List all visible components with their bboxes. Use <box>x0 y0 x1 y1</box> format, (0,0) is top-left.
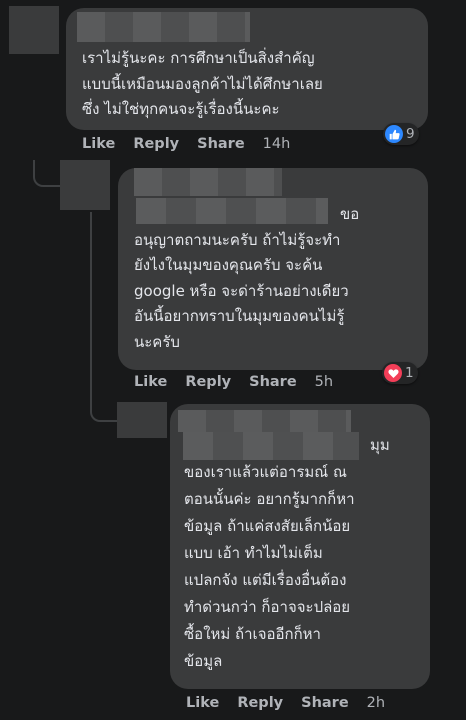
timestamp[interactable]: 5h <box>315 374 333 390</box>
reaction-summary[interactable]: 9 <box>383 123 419 145</box>
timestamp[interactable]: 14h <box>263 136 291 152</box>
share-button[interactable]: Share <box>197 136 245 152</box>
comment-actions: Like Reply Share 14h <box>82 136 290 152</box>
reaction-summary[interactable]: 1 <box>382 362 418 384</box>
comment-actions: Like Reply Share 5h <box>134 374 333 390</box>
comment-text: เราไม่รู้นะคะ การศึกษาเป็นสิ่งสำคัญ แบบน… <box>82 49 323 118</box>
reply-button[interactable]: Reply <box>185 374 231 390</box>
avatar[interactable] <box>9 6 59 54</box>
comment-actions: Like Reply Share 2h <box>186 695 385 711</box>
like-icon <box>385 125 403 143</box>
timestamp[interactable]: 2h <box>367 695 385 711</box>
avatar[interactable] <box>60 160 110 210</box>
share-button[interactable]: Share <box>249 374 297 390</box>
thread-line <box>33 160 61 187</box>
author-name-blurred[interactable] <box>134 168 282 196</box>
thread-line <box>90 212 118 422</box>
author-name-blurred[interactable] <box>178 410 351 432</box>
share-button[interactable]: Share <box>301 695 349 711</box>
like-button[interactable]: Like <box>186 695 219 711</box>
reaction-count: 9 <box>406 126 415 142</box>
reply-button[interactable]: Reply <box>133 136 179 152</box>
reply-button[interactable]: Reply <box>237 695 283 711</box>
heart-icon <box>384 364 402 382</box>
like-button[interactable]: Like <box>82 136 115 152</box>
like-button[interactable]: Like <box>134 374 167 390</box>
avatar[interactable] <box>117 402 167 438</box>
author-name-blurred[interactable] <box>77 12 250 42</box>
reaction-count: 1 <box>405 365 414 381</box>
comment-text: ขอ อนุญาตถามนะครับ ถ้าไม่รู้จะทำ ยังไงใน… <box>134 205 360 351</box>
comment-text: มุม ของเราแล้วแต่อารมณ์ ณ ตอนนั้นค่ะ อยา… <box>184 436 390 670</box>
